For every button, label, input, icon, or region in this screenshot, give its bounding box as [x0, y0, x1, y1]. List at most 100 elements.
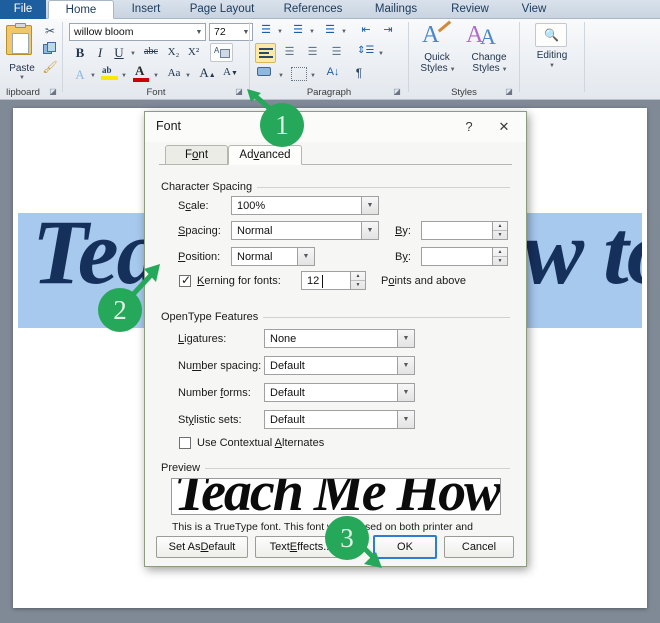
tab-advanced[interactable]: Advanced	[228, 145, 302, 165]
ligatures-combo[interactable]: None ▼	[264, 329, 415, 348]
quick-styles-chevron-down-icon[interactable]: ▼	[450, 67, 456, 73]
align-left-button[interactable]	[255, 43, 276, 63]
scale-value: 100%	[237, 199, 266, 212]
show-formatting-icon[interactable]: ¶	[351, 66, 367, 80]
sort-icon[interactable]: A↓	[323, 66, 343, 78]
format-painter-icon[interactable]: 🖌	[42, 60, 58, 74]
chevron-down-icon[interactable]: ▼	[193, 29, 205, 36]
paste-chevron-down-icon[interactable]: ▼	[19, 75, 25, 81]
tab-font[interactable]: Font	[165, 145, 228, 165]
cut-icon[interactable]: ✂	[43, 24, 57, 38]
chevron-down-icon[interactable]: ▼	[397, 411, 414, 428]
underline-chevron-down-icon[interactable]: ▼	[130, 51, 136, 57]
chevron-down-icon[interactable]: ▼	[361, 222, 378, 239]
grow-font-icon[interactable]: A▲	[199, 65, 216, 81]
chevron-down-icon[interactable]: ▼	[397, 384, 414, 401]
help-icon[interactable]: ?	[458, 117, 480, 137]
shrink-font-icon[interactable]: A▼	[222, 66, 239, 78]
justify-button[interactable]: ☰	[327, 45, 346, 58]
font-size-combo[interactable]: 72 ▼	[209, 23, 253, 41]
editing-chevron-down-icon[interactable]: ▼	[549, 63, 555, 69]
group-editing: 🔍 Editing ▼	[521, 19, 583, 99]
clipboard-clip-icon	[15, 23, 26, 28]
chevron-down-icon[interactable]: ▼	[297, 248, 314, 265]
tab-view[interactable]: View	[506, 0, 562, 19]
change-case-icon[interactable]: Aa	[163, 67, 185, 79]
numbering-icon[interactable]: ☰	[289, 23, 307, 36]
editing-button[interactable]: 🔍	[535, 23, 567, 47]
position-by-stepper[interactable]: ▲ ▼	[493, 247, 508, 266]
multilevel-list-icon[interactable]: ☰	[321, 23, 339, 36]
subscript-button[interactable]: X₂	[166, 46, 181, 58]
set-as-default-button[interactable]: Set As Default	[156, 536, 248, 558]
font-name-combo[interactable]: willow bloom ▼	[69, 23, 206, 41]
line-spacing-icon[interactable]: ⇕☰	[357, 45, 374, 56]
text-effects-chevron-down-icon[interactable]: ▼	[90, 73, 96, 79]
tab-file[interactable]: File	[0, 0, 46, 19]
tab-insert[interactable]: Insert	[118, 0, 174, 19]
font-color-chevron-down-icon[interactable]: ▼	[153, 73, 159, 79]
quick-styles-line1: Quick	[424, 52, 450, 63]
position-combo[interactable]: Normal ▼	[231, 247, 315, 266]
strikethrough-button[interactable]: abc	[140, 46, 162, 57]
text-effects-icon[interactable]: A	[72, 67, 88, 83]
clipboard-dialog-launcher[interactable]: ◪	[48, 87, 58, 97]
superscript-button[interactable]: X²	[186, 46, 201, 58]
shading-icon[interactable]	[256, 66, 275, 83]
kerning-stepper[interactable]: ▲ ▼	[351, 271, 366, 290]
chevron-down-icon[interactable]: ▼	[361, 197, 378, 214]
number-spacing-combo[interactable]: Default ▼	[264, 356, 415, 375]
increase-indent-icon[interactable]: ⇥	[379, 23, 397, 36]
bold-button[interactable]: B	[72, 45, 88, 61]
change-styles-icon[interactable]: A A	[466, 22, 506, 50]
kerning-input[interactable]: 12	[301, 271, 351, 290]
line-spacing-chevron-down-icon[interactable]: ▼	[378, 51, 384, 57]
dialog-tabs: Font Advanced	[159, 145, 512, 165]
document-icon	[12, 33, 29, 54]
text-cursor	[322, 275, 323, 288]
change-case-chevron-down-icon[interactable]: ▼	[185, 73, 191, 79]
kerning-checkbox[interactable]	[179, 273, 191, 287]
bullets-icon[interactable]: ☰	[257, 23, 275, 36]
copy-icon[interactable]	[43, 42, 58, 55]
tab-page-layout[interactable]: Page Layout	[176, 0, 268, 19]
paragraph-dialog-launcher[interactable]: ◪	[392, 87, 402, 97]
spacing-by-stepper[interactable]: ▲ ▼	[493, 221, 508, 240]
tab-references[interactable]: References	[270, 0, 356, 19]
borders-chevron-down-icon[interactable]: ▼	[310, 73, 316, 79]
cancel-button[interactable]: Cancel	[444, 536, 514, 558]
number-forms-combo[interactable]: Default ▼	[264, 383, 415, 402]
highlight-chevron-down-icon[interactable]: ▼	[121, 73, 127, 79]
tab-mailings[interactable]: Mailings	[358, 0, 434, 19]
position-by-input[interactable]	[421, 247, 493, 266]
change-styles-chevron-down-icon[interactable]: ▼	[502, 67, 508, 73]
highlight-color-icon[interactable]: ab	[101, 65, 119, 83]
paste-button[interactable]	[6, 23, 36, 61]
clear-formatting-button[interactable]: A	[210, 43, 233, 62]
numbering-chevron-down-icon[interactable]: ▼	[309, 29, 315, 35]
font-dialog-launcher[interactable]: ◪	[234, 87, 244, 97]
decrease-indent-icon[interactable]: ⇤	[357, 23, 375, 36]
chevron-down-icon[interactable]: ▼	[397, 330, 414, 347]
bullets-chevron-down-icon[interactable]: ▼	[277, 29, 283, 35]
stylistic-sets-combo[interactable]: Default ▼	[264, 410, 415, 429]
spacing-combo[interactable]: Normal ▼	[231, 221, 379, 240]
quick-styles-icon[interactable]: A	[420, 20, 454, 50]
chevron-down-icon[interactable]: ▼	[397, 357, 414, 374]
tab-home[interactable]: Home	[48, 0, 114, 19]
underline-button[interactable]: U	[112, 45, 126, 61]
scale-combo[interactable]: 100% ▼	[231, 196, 379, 215]
borders-icon[interactable]	[291, 67, 307, 81]
align-right-button[interactable]: ☰	[303, 45, 322, 58]
multilevel-chevron-down-icon[interactable]: ▼	[341, 29, 347, 35]
styles-dialog-launcher[interactable]: ◪	[504, 87, 514, 97]
font-color-icon[interactable]: A	[133, 63, 150, 83]
tab-review[interactable]: Review	[436, 0, 504, 19]
kerning-value: 12	[307, 275, 320, 287]
close-icon[interactable]: ✕	[490, 117, 518, 137]
align-center-button[interactable]: ☰	[280, 45, 299, 58]
shading-chevron-down-icon[interactable]: ▼	[278, 73, 284, 79]
contextual-alternates-checkbox[interactable]	[179, 437, 191, 449]
spacing-by-input[interactable]	[421, 221, 493, 240]
italic-button[interactable]: I	[93, 45, 107, 61]
